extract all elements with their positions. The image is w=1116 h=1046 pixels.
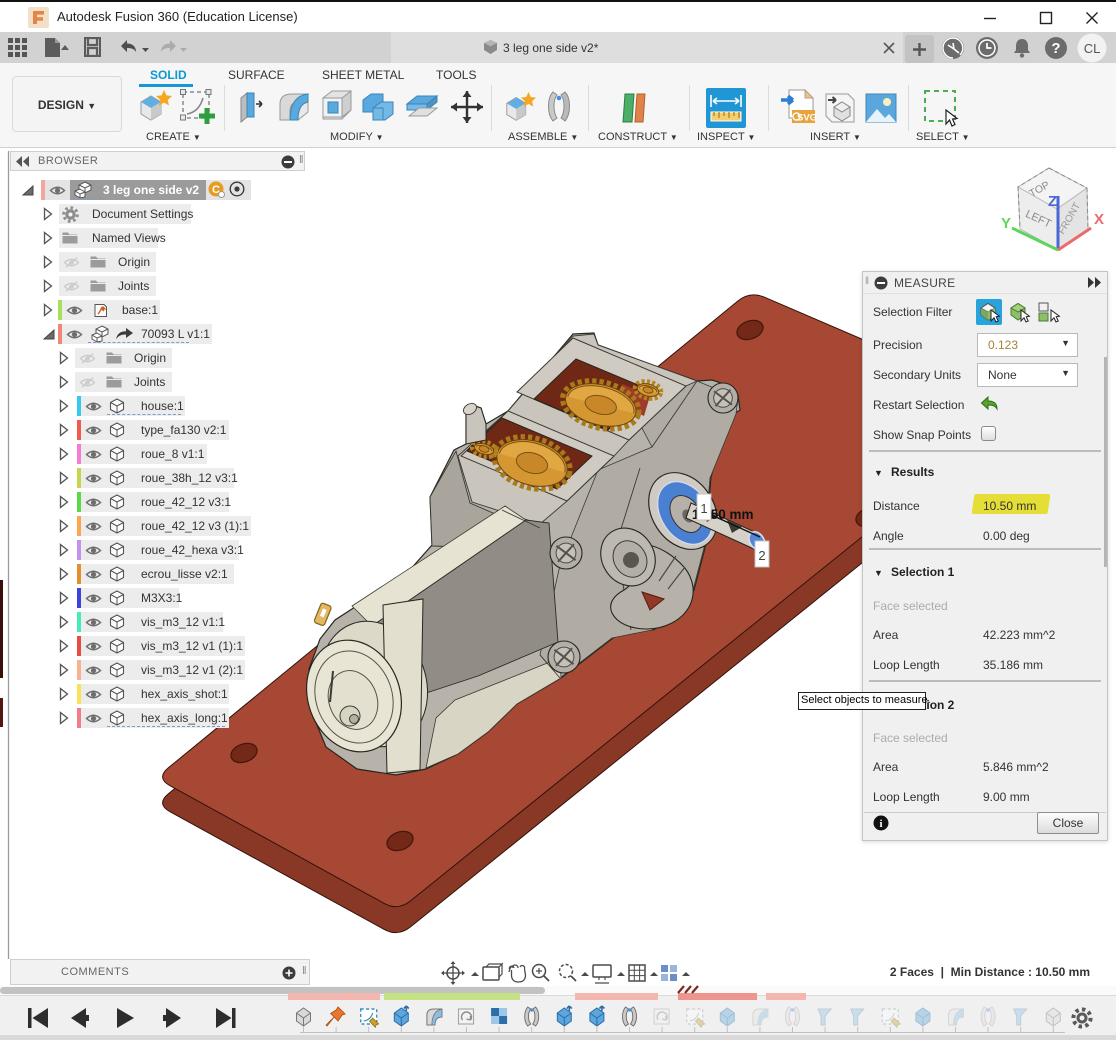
svg-text:?: ? [1051,40,1060,57]
svg-text:Y: Y [1001,215,1011,232]
svg-text:i: i [879,818,882,830]
svg-text:2: 2 [758,548,765,563]
svg-text:CL: CL [1084,41,1101,56]
svg-text:X: X [1094,211,1104,228]
svg-text:1: 1 [700,501,707,516]
svg-text:Z: Z [1048,193,1057,210]
